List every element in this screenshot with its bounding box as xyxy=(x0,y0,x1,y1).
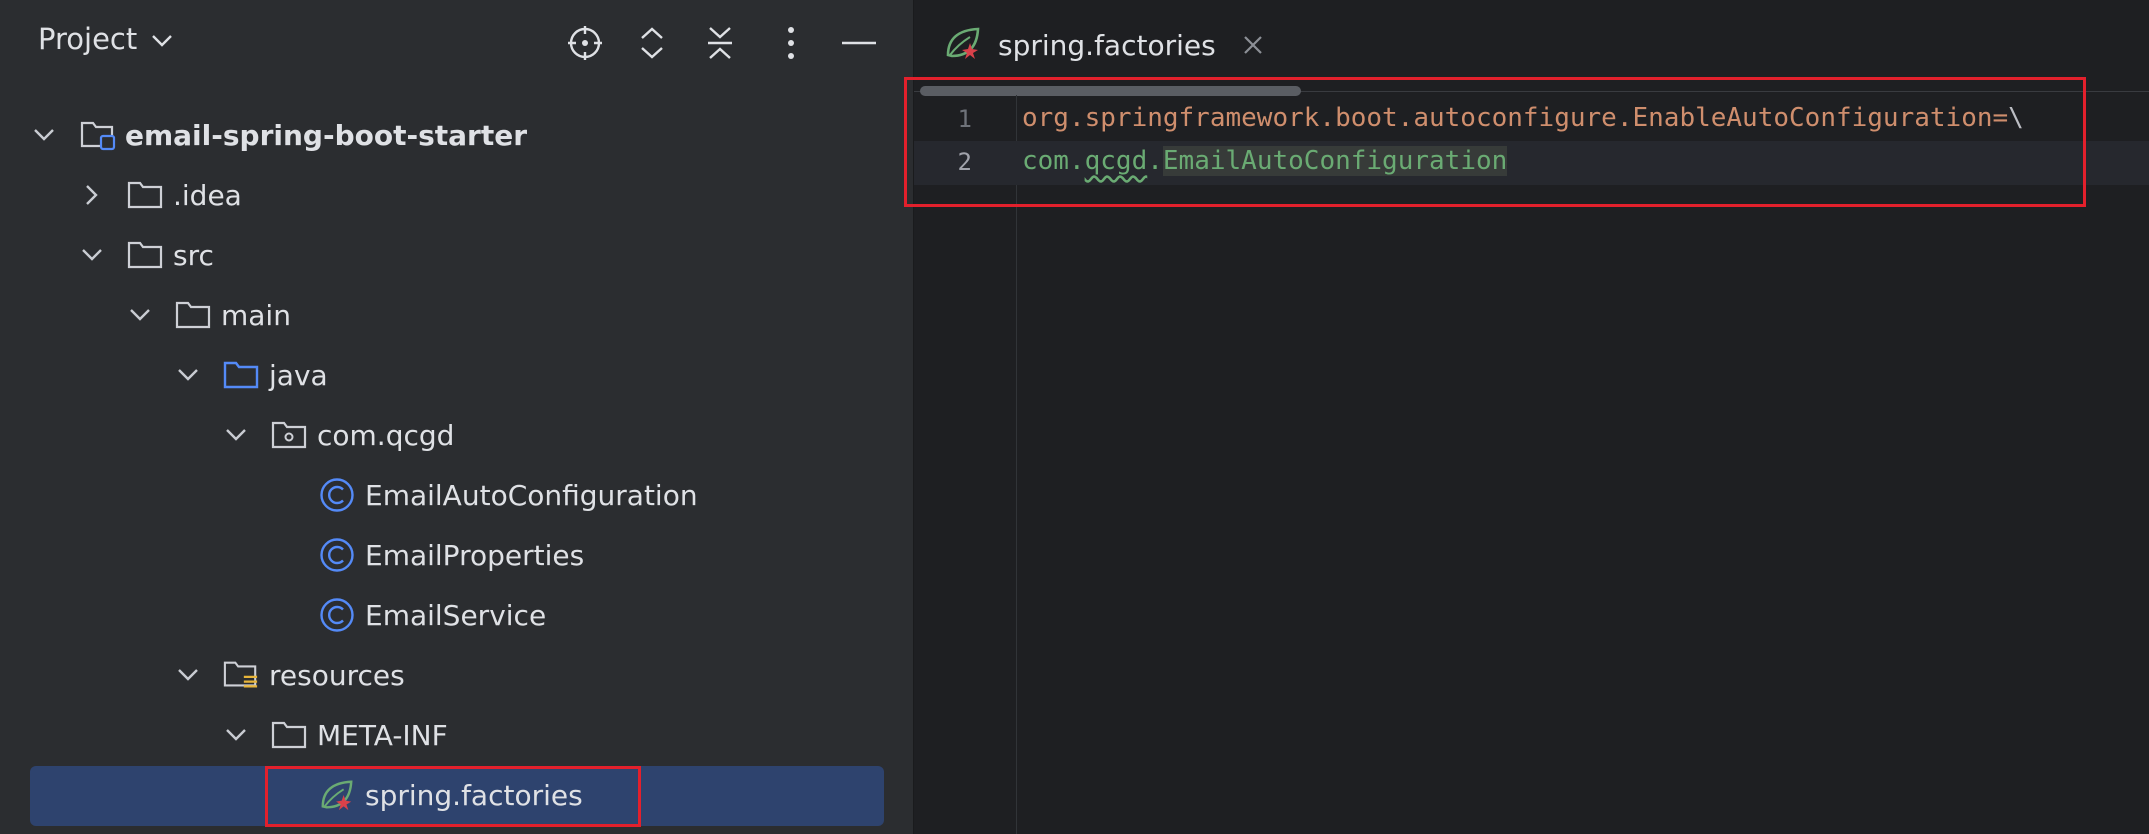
tree-node-class[interactable]: EmailAutoConfiguration xyxy=(0,465,913,525)
tree-node-package[interactable]: com.qcgd xyxy=(0,405,913,465)
tree-node-label: EmailProperties xyxy=(365,538,585,572)
tree-node-label: .idea xyxy=(173,178,242,212)
chevron-down-icon[interactable] xyxy=(30,121,58,149)
class-icon xyxy=(319,597,355,633)
tree-node-label: email-spring-boot-starter xyxy=(125,118,528,152)
expand-all-icon[interactable] xyxy=(629,20,675,66)
project-panel-header: Project xyxy=(0,0,913,86)
spring-icon xyxy=(944,25,982,65)
panel-title: Project xyxy=(38,22,138,56)
chevron-down-icon xyxy=(152,35,173,47)
tree-node-label: META-INF xyxy=(317,718,448,752)
tree-node-resources[interactable]: resources xyxy=(0,645,913,705)
tree-node-java[interactable]: java xyxy=(0,345,913,405)
editor-tab[interactable]: spring.factories xyxy=(944,22,1264,68)
locate-icon[interactable] xyxy=(562,20,608,66)
tree-node-src[interactable]: src xyxy=(0,225,913,285)
class-icon xyxy=(319,477,355,513)
more-options-icon[interactable] xyxy=(768,20,814,66)
folder-icon xyxy=(271,717,307,753)
resources-folder-icon xyxy=(223,657,259,693)
tree-node-idea[interactable]: .idea xyxy=(0,165,913,225)
tab-label: spring.factories xyxy=(998,28,1216,62)
chevron-down-icon[interactable] xyxy=(78,241,106,269)
tree-node-label: java xyxy=(269,358,328,392)
package-icon xyxy=(271,417,307,453)
chevron-down-icon[interactable] xyxy=(222,721,250,749)
tree-node-label: com.qcgd xyxy=(317,418,455,452)
tree-node-module[interactable]: email-spring-boot-starter xyxy=(0,105,913,165)
class-icon xyxy=(319,537,355,573)
tree-node-label: EmailAutoConfiguration xyxy=(365,478,698,512)
tree-node-main[interactable]: main xyxy=(0,285,913,345)
minimize-icon[interactable] xyxy=(836,20,882,66)
tree-node-label: EmailService xyxy=(365,598,547,632)
annotation-highlight-box xyxy=(904,77,2086,207)
folder-icon xyxy=(127,177,163,213)
folder-icon xyxy=(127,237,163,273)
tree-node-class[interactable]: EmailService xyxy=(0,585,913,645)
chevron-down-icon[interactable] xyxy=(174,661,202,689)
tree-node-label: main xyxy=(221,298,291,332)
tree-node-meta-inf[interactable]: META-INF xyxy=(0,705,913,765)
module-folder-icon xyxy=(80,117,116,153)
chevron-down-icon[interactable] xyxy=(126,301,154,329)
source-folder-icon xyxy=(223,357,259,393)
tree-node-class[interactable]: EmailProperties xyxy=(0,525,913,585)
project-view-selector[interactable]: Project xyxy=(38,22,173,56)
folder-icon xyxy=(175,297,211,333)
tree-node-label: resources xyxy=(269,658,405,692)
chevron-down-icon[interactable] xyxy=(222,421,250,449)
chevron-right-icon[interactable] xyxy=(78,181,106,209)
chevron-down-icon[interactable] xyxy=(174,361,202,389)
tree-node-label: src xyxy=(173,238,214,272)
project-tool-window: Project email-spring-boot-starter .idea xyxy=(0,0,913,834)
annotation-highlight-box xyxy=(265,766,641,827)
collapse-all-icon[interactable] xyxy=(697,20,743,66)
close-icon[interactable] xyxy=(1242,34,1264,56)
